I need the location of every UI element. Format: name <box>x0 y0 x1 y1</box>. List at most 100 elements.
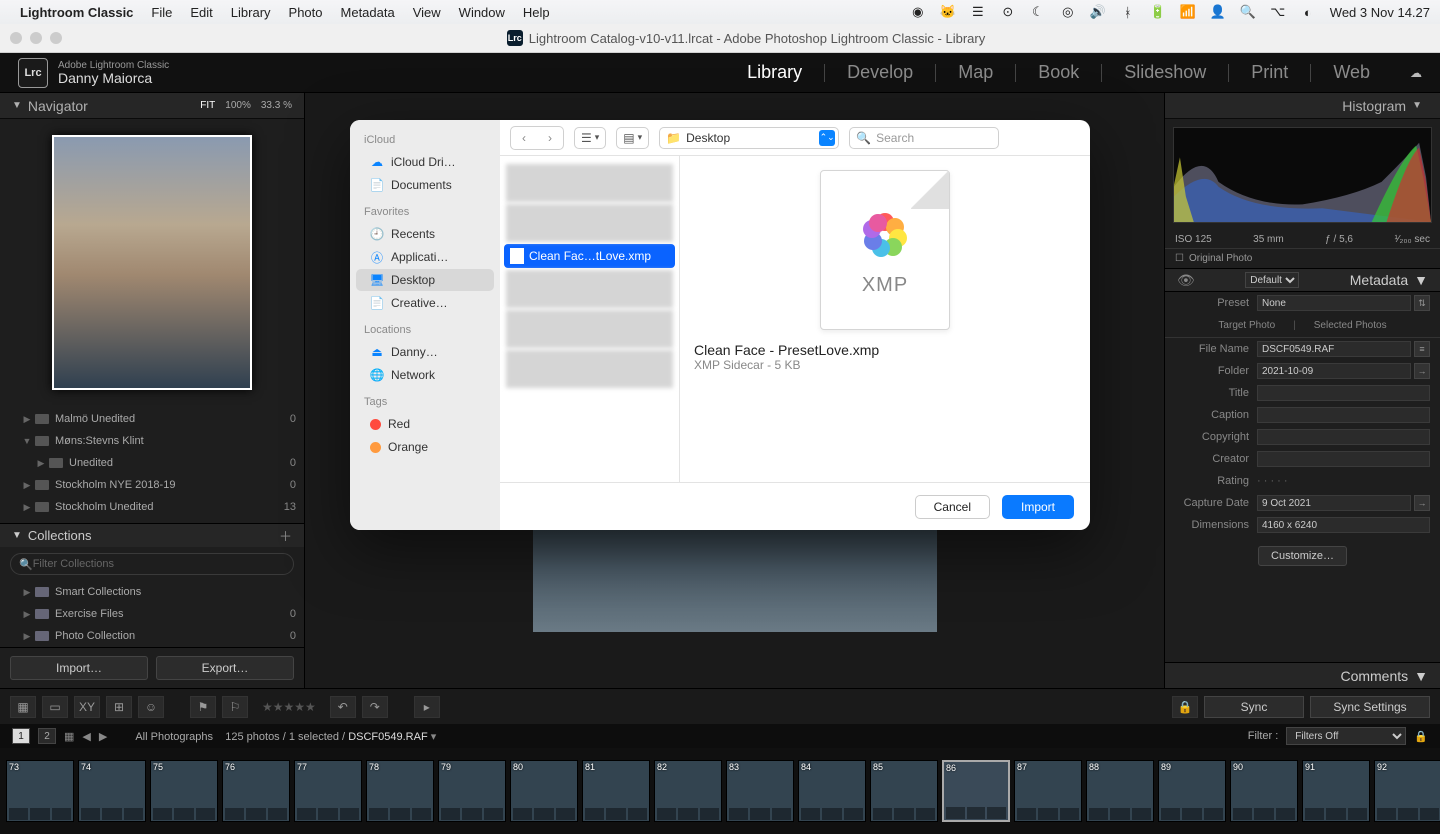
copyright-field[interactable] <box>1257 429 1430 445</box>
module-book[interactable]: Book <box>1038 62 1079 83</box>
battery-icon[interactable]: 🔋 <box>1150 4 1166 20</box>
photo-preview[interactable] <box>533 524 937 632</box>
module-map[interactable]: Map <box>958 62 993 83</box>
thumbnail[interactable]: 86 <box>942 760 1010 822</box>
back-icon[interactable]: ◀ <box>82 730 90 743</box>
sidebar-item[interactable]: 🖥Desktop <box>356 269 494 291</box>
folder-field[interactable]: 2021-10-09 <box>1257 363 1411 379</box>
target-photo-tab[interactable]: Target Photo <box>1218 320 1275 331</box>
loupe-view-button[interactable]: ▭ <box>42 696 68 718</box>
thumbnail[interactable]: 92 <box>1374 760 1440 822</box>
menubar-clock[interactable]: Wed 3 Nov 14.27 <box>1330 5 1430 20</box>
volume-icon[interactable]: 🔊 <box>1090 4 1106 20</box>
record-icon[interactable]: ◉ <box>910 4 926 20</box>
title-field[interactable] <box>1257 385 1430 401</box>
thumbnail[interactable]: 83 <box>726 760 794 822</box>
collection-row[interactable]: ▶Photo Collection0 <box>0 625 304 647</box>
thumbnail[interactable]: 85 <box>870 760 938 822</box>
module-print[interactable]: Print <box>1251 62 1288 83</box>
grid-view-button[interactable]: ▦ <box>10 696 36 718</box>
menu-metadata[interactable]: Metadata <box>341 5 395 20</box>
preset-select[interactable]: None <box>1257 295 1411 311</box>
histogram-header[interactable]: Histogram ▼ <box>1165 93 1440 119</box>
sidebar-item[interactable]: ⒶApplicati… <box>356 246 494 268</box>
customize-button[interactable]: Customize… <box>1258 546 1347 566</box>
thumbnail[interactable]: 91 <box>1302 760 1370 822</box>
people-view-button[interactable]: ☺ <box>138 696 164 718</box>
airdrop-icon[interactable]: ◎ <box>1060 4 1076 20</box>
menu-help[interactable]: Help <box>523 5 550 20</box>
histogram-display[interactable] <box>1173 127 1432 223</box>
folder-row[interactable]: ▶Stockholm Unedited13 <box>0 496 304 518</box>
blurred-file[interactable] <box>506 204 673 242</box>
filter-collections-input[interactable]: 🔍 Filter Collections <box>10 553 294 575</box>
rotate-left-button[interactable]: ↶ <box>330 696 356 718</box>
folder-row[interactable]: ▼Møns:Stevns Klint <box>0 430 304 452</box>
minimize-button[interactable] <box>30 32 42 44</box>
nav-fit[interactable]: FIT <box>200 100 215 111</box>
crumb-file[interactable]: DSCF0549.RAF <box>348 731 427 743</box>
user-icon[interactable]: 👤 <box>1210 4 1226 20</box>
menu-photo[interactable]: Photo <box>289 5 323 20</box>
original-photo-toggle[interactable]: ☐ Original Photo <box>1165 249 1440 268</box>
menu-window[interactable]: Window <box>459 5 505 20</box>
siri-icon[interactable]: ◐ <box>1300 4 1316 20</box>
thumbnail[interactable]: 78 <box>366 760 434 822</box>
selected-photos-tab[interactable]: Selected Photos <box>1314 320 1387 331</box>
cloud-sync-icon[interactable]: ☁ <box>1410 66 1422 80</box>
metadata-header[interactable]: 👁 Default Metadata ▼ <box>1165 268 1440 292</box>
thumbnail[interactable]: 90 <box>1230 760 1298 822</box>
flag-reject-button[interactable]: ⚐ <box>222 696 248 718</box>
screen-1-button[interactable]: 1 <box>12 728 30 744</box>
spotlight-icon[interactable]: 🔍 <box>1240 4 1256 20</box>
menu-library[interactable]: Library <box>231 5 271 20</box>
crumb-all[interactable]: All Photographs <box>135 731 213 743</box>
screen-2-button[interactable]: 2 <box>38 728 56 744</box>
folder-row[interactable]: ▶Stockholm NYE 2018-190 <box>0 474 304 496</box>
thumbnail[interactable]: 84 <box>798 760 866 822</box>
view-columns-button[interactable]: ☰ ▾ <box>574 127 606 149</box>
comments-header[interactable]: Comments ▼ <box>1165 662 1440 688</box>
rating-stars[interactable]: ★★★★★ <box>262 700 316 714</box>
export-button[interactable]: Export… <box>156 656 294 680</box>
cancel-button[interactable]: Cancel <box>915 495 990 519</box>
sidebar-item[interactable]: ☁iCloud Dri… <box>356 151 494 173</box>
thumbnail[interactable]: 79 <box>438 760 506 822</box>
blurred-file[interactable] <box>506 310 673 348</box>
view-group-button[interactable]: ▤ ▾ <box>616 127 649 149</box>
location-select[interactable]: 📁 Desktop ⌃⌄ <box>659 127 839 149</box>
thumbnail[interactable]: 73 <box>6 760 74 822</box>
sidebar-item[interactable]: ⏏Danny… <box>356 341 494 363</box>
goto-icon[interactable]: → <box>1414 495 1430 511</box>
thumbnail[interactable]: 76 <box>222 760 290 822</box>
sidebar-item[interactable]: Red <box>356 413 494 435</box>
module-develop[interactable]: Develop <box>847 62 913 83</box>
file-item-selected[interactable]: Clean Fac…tLove.xmp <box>504 244 675 268</box>
import-button[interactable]: Import… <box>10 656 148 680</box>
wifi-icon[interactable]: 📶 <box>1180 4 1196 20</box>
sidebar-item[interactable]: 📄Creative… <box>356 292 494 314</box>
back-button[interactable]: ‹ <box>511 127 537 149</box>
navigator-preview[interactable] <box>52 135 252 390</box>
preset-dropdown-icon[interactable]: ⇅ <box>1414 295 1430 311</box>
sync-settings-button[interactable]: Sync Settings <box>1310 696 1430 718</box>
add-collection-icon[interactable]: ＋ <box>279 526 292 545</box>
blurred-file[interactable] <box>506 350 673 388</box>
cat-icon[interactable]: 🐱 <box>940 4 956 20</box>
menu-file[interactable]: File <box>151 5 172 20</box>
sync-lock-button[interactable]: 🔒 <box>1172 696 1198 718</box>
sidebar-item[interactable]: 🕘Recents <box>356 223 494 245</box>
capture-date-field[interactable]: 9 Oct 2021 <box>1257 495 1411 511</box>
sidebar-item[interactable]: 📄Documents <box>356 174 494 196</box>
filmstrip[interactable]: 7374757677787980818283848586878889909192 <box>0 748 1440 834</box>
module-library[interactable]: Library <box>747 62 802 83</box>
moon-icon[interactable]: ☾ <box>1030 4 1046 20</box>
sidebar-item[interactable]: Orange <box>356 436 494 458</box>
caption-field[interactable] <box>1257 407 1430 423</box>
finder-search-input[interactable]: 🔍 Search <box>849 127 999 149</box>
filename-field[interactable]: DSCF0549.RAF <box>1257 341 1411 357</box>
grid-icon[interactable]: ▦ <box>64 730 74 743</box>
forward-icon[interactable]: ▶ <box>99 730 107 743</box>
menu-edit[interactable]: Edit <box>190 5 212 20</box>
zoom-button[interactable] <box>50 32 62 44</box>
